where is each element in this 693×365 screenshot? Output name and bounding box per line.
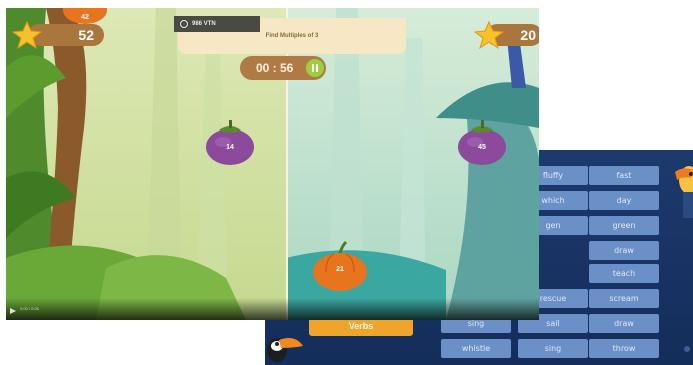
- video-controls-bar: [6, 298, 539, 320]
- fruit-number: 42: [81, 14, 89, 21]
- word-card[interactable]: fast: [589, 166, 659, 185]
- fruit-target[interactable]: 45: [457, 118, 507, 168]
- score-value: 20: [520, 27, 536, 43]
- score-value: 52: [78, 27, 94, 43]
- fruit-number: 21: [336, 266, 344, 273]
- page-indicator-dot: [684, 346, 690, 352]
- word-card[interactable]: scream: [589, 289, 659, 308]
- star-icon: [12, 20, 42, 50]
- word-card[interactable]: draw: [589, 314, 659, 333]
- split-screen-divider: [286, 8, 288, 320]
- overlay-tab-label: 986 VTN: [192, 21, 216, 27]
- star-icon: [474, 20, 504, 50]
- pause-icon: [312, 64, 318, 72]
- multiples-game-screenshot: 42 52 20 Find Multiples of 3 986 VTN 00 …: [6, 8, 539, 320]
- toucan-icon: [267, 338, 303, 362]
- word-card[interactable]: sing: [518, 339, 588, 358]
- fruit-target[interactable]: 14: [205, 118, 255, 168]
- task-instruction-text: Find Multiples of 3: [265, 33, 319, 39]
- overlay-tab: 986 VTN: [174, 16, 260, 32]
- word-card[interactable]: day: [589, 191, 659, 210]
- timer-value: 00 : 56: [256, 61, 294, 75]
- word-card[interactable]: draw: [589, 241, 659, 260]
- toucan-icon: [675, 166, 693, 218]
- mangosteen-icon: [206, 120, 254, 165]
- word-card[interactable]: green: [589, 216, 659, 235]
- video-time: 0:00 / 0:06: [20, 306, 39, 311]
- clock-icon: [180, 20, 188, 28]
- pause-button[interactable]: [306, 59, 324, 77]
- word-card[interactable]: whistle: [441, 339, 511, 358]
- fruit-number: 45: [478, 144, 486, 151]
- word-card[interactable]: throw: [589, 339, 659, 358]
- fruit-target[interactable]: 21: [312, 240, 368, 292]
- mangosteen-icon: [458, 120, 506, 165]
- fruit-number: 14: [226, 144, 234, 151]
- play-icon[interactable]: [10, 308, 16, 314]
- word-card[interactable]: teach: [589, 264, 659, 283]
